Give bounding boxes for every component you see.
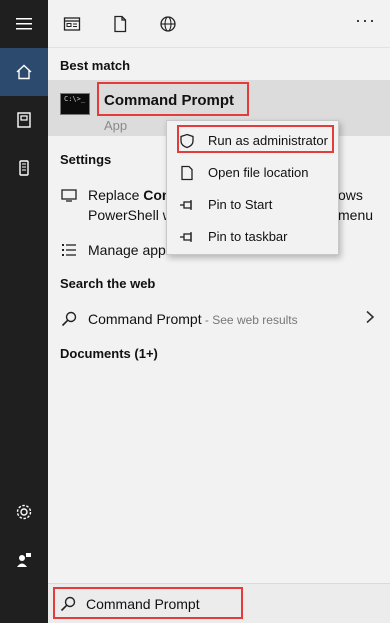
- apps-icon: [63, 17, 81, 31]
- apps-filter-button[interactable]: [62, 14, 82, 34]
- home-icon: [16, 64, 32, 80]
- web-filter-button[interactable]: [158, 14, 178, 34]
- highlight-box-search: [53, 587, 243, 619]
- globe-icon: [160, 16, 176, 32]
- best-match-heading: Best match: [60, 58, 131, 73]
- settings-item-replace-line2-tail: menu: [338, 207, 374, 223]
- pin-icon: [180, 200, 192, 210]
- settings-item-manage-apps-label: Manage app: [88, 242, 166, 258]
- highlight-box-best-match: [97, 82, 249, 116]
- document-icon: [114, 15, 127, 33]
- device-icon: [19, 160, 29, 176]
- pin-icon: [180, 232, 192, 242]
- documents-heading: Documents (1+): [60, 346, 158, 361]
- file-location-icon: [181, 165, 193, 181]
- home-button[interactable]: [0, 48, 48, 96]
- feedback-button[interactable]: [0, 536, 48, 584]
- more-options-button[interactable]: ···: [355, 10, 376, 31]
- settings-heading: Settings: [60, 152, 112, 167]
- menu-item-pin-to-start[interactable]: Pin to Start: [167, 190, 338, 220]
- top-toolbar: ···: [48, 0, 390, 48]
- web-search-label: Command Prompt - See web results: [88, 311, 298, 327]
- devices-button[interactable]: [0, 144, 48, 192]
- highlight-box-run-as-admin: [177, 125, 334, 153]
- monitor-icon: [60, 186, 78, 204]
- notebook-icon: [17, 112, 31, 128]
- hamburger-menu-button[interactable]: [0, 0, 48, 48]
- settings-button[interactable]: [0, 488, 48, 536]
- settings-item-replace-line1-tail: ows: [338, 187, 363, 203]
- search-web-heading: Search the web: [60, 276, 156, 291]
- gear-icon: [16, 504, 32, 520]
- best-match-subtitle: App: [104, 118, 128, 133]
- documents-button[interactable]: [0, 96, 48, 144]
- hamburger-icon: [16, 18, 32, 30]
- search-icon: [60, 310, 78, 328]
- menu-item-open-file-location[interactable]: Open file location: [167, 158, 338, 188]
- settings-item-replace-line1: Replace Com: [88, 187, 175, 203]
- left-rail: [0, 0, 48, 623]
- settings-item-replace-line2: PowerShell w: [88, 207, 173, 223]
- chevron-right-icon[interactable]: [364, 310, 376, 324]
- command-prompt-icon: C:\>_: [60, 93, 90, 115]
- menu-item-pin-to-taskbar[interactable]: Pin to taskbar: [167, 222, 338, 252]
- documents-filter-button[interactable]: [110, 14, 130, 34]
- list-icon: [60, 241, 78, 259]
- person-feedback-icon: [17, 553, 31, 567]
